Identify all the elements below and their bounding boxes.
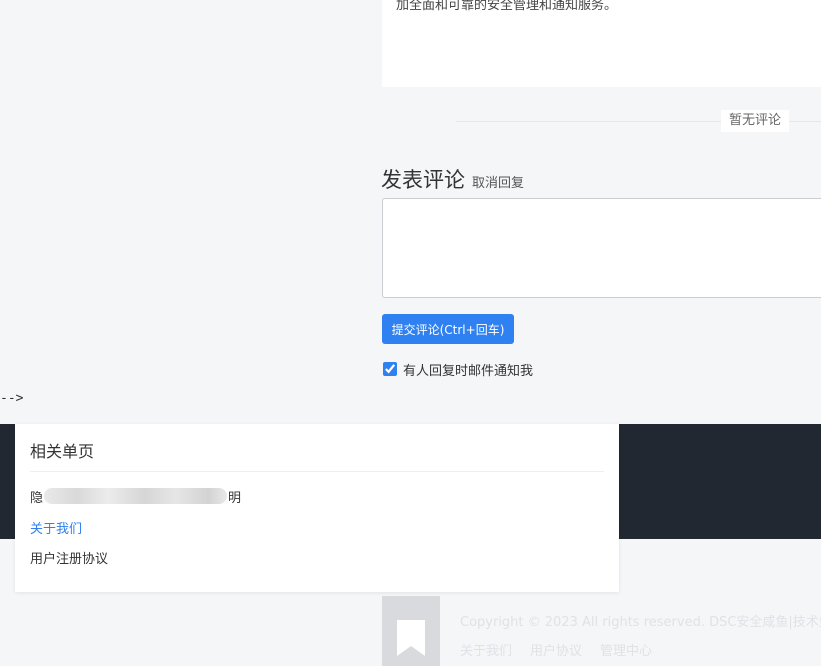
footer-link-admin[interactable]: 管理中心 xyxy=(600,640,652,659)
blurred-item-start: 隐 xyxy=(30,490,44,506)
no-comments-label: 暂无评论 xyxy=(721,110,790,132)
footer-link-about[interactable]: 关于我们 xyxy=(460,640,512,659)
comment-textarea[interactable] xyxy=(382,198,821,298)
footer-link-agreement[interactable]: 用户协议 xyxy=(530,640,582,659)
related-pages-panel: 相关单页 隐 明 关于我们 用户注册协议 xyxy=(15,424,619,592)
article-content-card: 加全面和可靠的安全管理和通知服务。 xyxy=(382,0,821,87)
related-pages-divider xyxy=(30,471,604,472)
submit-comment-button[interactable]: 提交评论(Ctrl+回车) xyxy=(382,314,514,344)
bookmark-icon xyxy=(397,620,425,656)
email-notify-label: 有人回复时邮件通知我 xyxy=(403,363,534,379)
article-text: 加全面和可靠的安全管理和通知服务。 xyxy=(396,0,618,13)
stray-comment-marker: --> xyxy=(0,391,24,406)
comment-form-title: 发表评论 xyxy=(381,168,465,192)
footer-logo xyxy=(382,596,440,666)
footer-copyright: Copyright © 2023 All rights reserved. DS… xyxy=(460,615,821,630)
blurred-redaction xyxy=(44,488,227,504)
email-notify-option[interactable]: 有人回复时邮件通知我 xyxy=(381,360,534,379)
email-notify-checkbox[interactable] xyxy=(383,362,397,376)
related-page-item-blurred[interactable]: 隐 明 xyxy=(30,487,241,506)
related-pages-title: 相关单页 xyxy=(30,442,95,461)
related-page-item-about[interactable]: 关于我们 xyxy=(30,518,82,537)
cancel-reply-link[interactable]: 取消回复 xyxy=(472,172,524,191)
related-page-item-user-agreement[interactable]: 用户注册协议 xyxy=(30,548,108,567)
blurred-item-end: 明 xyxy=(227,490,241,506)
